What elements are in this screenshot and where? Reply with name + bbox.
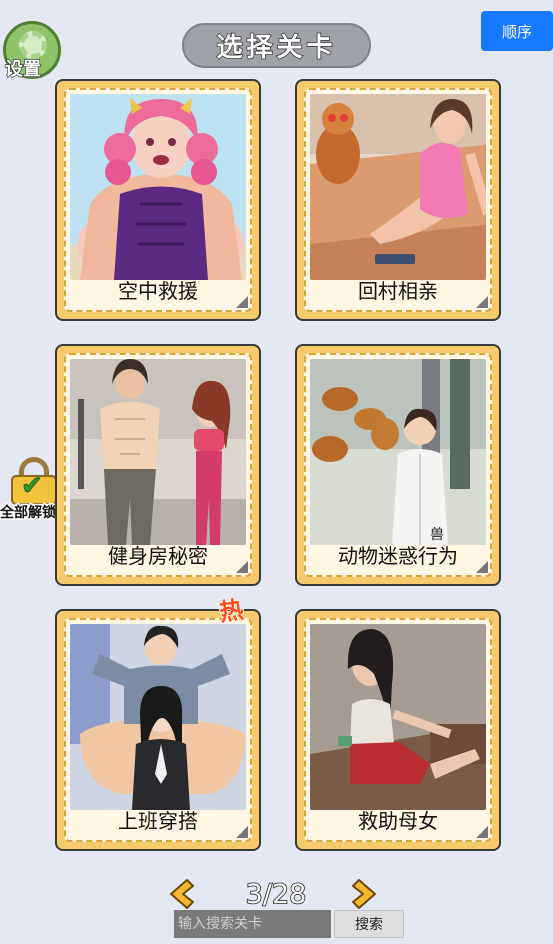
search-input[interactable] bbox=[174, 910, 331, 938]
level-label: 动物迷惑行为 bbox=[338, 544, 458, 568]
level-card-inner: 兽 动物迷惑行为 bbox=[304, 353, 492, 577]
level-card-4[interactable]: 兽 动物迷惑行为 bbox=[295, 344, 501, 586]
search-button[interactable]: 搜索 bbox=[334, 910, 404, 938]
level-card-1[interactable]: 空中救援 bbox=[55, 79, 261, 321]
level-label: 上班穿搭 bbox=[118, 809, 198, 833]
level-card-inner: 健身房秘密 bbox=[64, 353, 252, 577]
level-card-6[interactable]: 救助母女 bbox=[295, 609, 501, 851]
level-card-inner: 回村相亲 bbox=[304, 88, 492, 312]
level-art-muscular-girl bbox=[70, 94, 246, 280]
level-card-5[interactable]: 上班穿搭 bbox=[55, 609, 261, 851]
next-page-button[interactable] bbox=[349, 878, 381, 910]
page-title-text: 选择关卡 bbox=[216, 32, 337, 64]
level-art-bed-woman bbox=[310, 94, 486, 280]
card-corner-fold bbox=[476, 561, 488, 573]
settings-button[interactable]: 设置 bbox=[1, 21, 63, 83]
sort-button[interactable]: 顺序 bbox=[481, 11, 553, 51]
level-card-inner: 上班穿搭 bbox=[64, 618, 252, 842]
level-label: 回村相亲 bbox=[358, 279, 438, 303]
level-art-injured-woman bbox=[310, 624, 486, 810]
level-label: 救助母女 bbox=[358, 809, 438, 833]
card-corner-fold bbox=[236, 296, 248, 308]
card-corner-fold bbox=[476, 826, 488, 838]
level-label: 空中救援 bbox=[118, 279, 198, 303]
chevron-left-icon bbox=[170, 879, 194, 909]
level-card-2[interactable]: 回村相亲 bbox=[295, 79, 501, 321]
unlock-all-label: 全部解锁 bbox=[0, 504, 58, 523]
level-card-3[interactable]: 健身房秘密 bbox=[55, 344, 261, 586]
card-corner-fold bbox=[236, 826, 248, 838]
page-indicator: 3/28 bbox=[245, 878, 307, 911]
card-corner-fold bbox=[476, 296, 488, 308]
prev-page-button[interactable] bbox=[165, 878, 197, 910]
page-title: 选择关卡 bbox=[182, 23, 371, 68]
settings-label: 设置 bbox=[4, 58, 41, 80]
level-card-inner: 救助母女 bbox=[304, 618, 492, 842]
card-corner-fold bbox=[236, 561, 248, 573]
level-art-office-couple bbox=[70, 624, 246, 810]
level-art-gym-couple bbox=[70, 359, 246, 545]
level-label: 健身房秘密 bbox=[108, 544, 208, 568]
checkmark-icon: ✔ bbox=[21, 471, 44, 502]
chevron-right-icon bbox=[352, 879, 376, 909]
level-art-vet-dogs: 兽 bbox=[310, 359, 486, 545]
level-card-inner: 空中救援 bbox=[64, 88, 252, 312]
hot-badge: 热 bbox=[217, 595, 246, 628]
